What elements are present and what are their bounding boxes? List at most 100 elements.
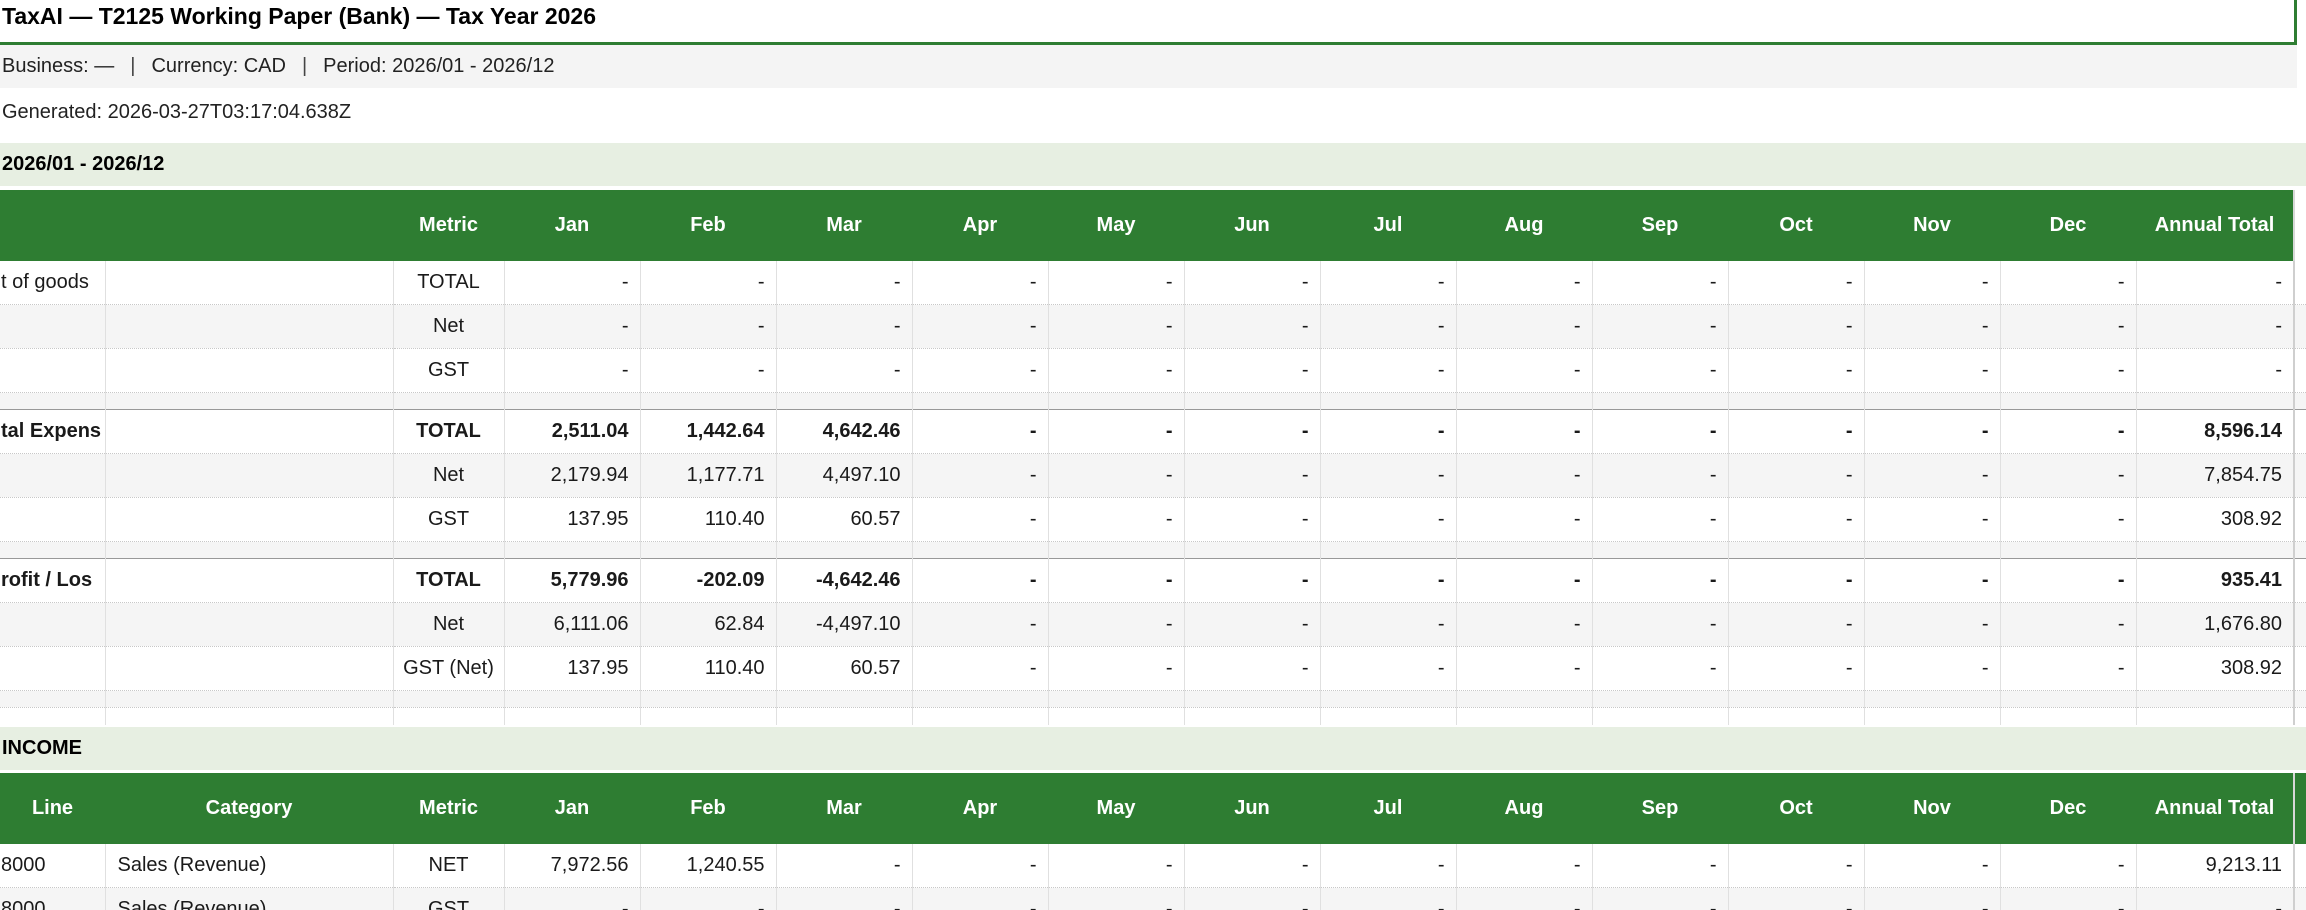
cell <box>2000 542 2136 559</box>
cell: - <box>1320 887 1456 910</box>
meta-currency: Currency: CAD <box>151 55 285 77</box>
cell: 60.57 <box>776 498 912 542</box>
col-header-annual-total: Annual Total <box>2136 773 2294 844</box>
cell: 2,179.94 <box>504 454 640 498</box>
cell: - <box>1864 844 2000 888</box>
col-header-month: Nov <box>1864 190 2000 261</box>
cell: - <box>1048 603 1184 647</box>
cell: - <box>912 844 1048 888</box>
cell: - <box>1184 647 1320 691</box>
cell: 137.95 <box>504 498 640 542</box>
cell: - <box>1320 647 1456 691</box>
period-section-header: 2026/01 - 2026/12 <box>0 143 2306 186</box>
cell <box>0 542 105 559</box>
table-row: GST137.95110.4060.57---------308.92 <box>0 498 2306 542</box>
cell: 1,177.71 <box>640 454 776 498</box>
cell: - <box>776 349 912 393</box>
cell: -202.09 <box>640 559 776 603</box>
cell-overflow <box>2294 691 2306 708</box>
cell: - <box>2000 844 2136 888</box>
cell: - <box>1728 410 1864 454</box>
cell <box>1592 708 1728 725</box>
table-row: t of goodsTOTAL------------- <box>0 261 2306 305</box>
meta-band: Business: —|Currency: CAD|Period: 2026/0… <box>0 45 2297 88</box>
cell <box>105 603 393 647</box>
col-header-month: Mar <box>776 773 912 844</box>
cell <box>1864 708 2000 725</box>
cell <box>1320 708 1456 725</box>
cell: - <box>1048 349 1184 393</box>
cell: - <box>2000 559 2136 603</box>
cell: 935.41 <box>2136 559 2294 603</box>
cell: Sales (Revenue) <box>105 844 393 888</box>
cell: - <box>1456 559 1592 603</box>
cell <box>105 261 393 305</box>
meta-business: Business: — <box>2 55 114 77</box>
cell: Sales (Revenue) <box>105 887 393 910</box>
table-row: GST------------- <box>0 349 2306 393</box>
cell: - <box>1320 559 1456 603</box>
cell <box>2136 691 2294 708</box>
cell: - <box>2000 647 2136 691</box>
cell: - <box>1864 498 2000 542</box>
cell: - <box>912 647 1048 691</box>
cell <box>776 691 912 708</box>
cell: - <box>1864 559 2000 603</box>
cell <box>1456 542 1592 559</box>
cell-overflow <box>2294 349 2306 393</box>
cell <box>1728 691 1864 708</box>
cell: - <box>1184 603 1320 647</box>
col-header-metric: Metric <box>393 190 504 261</box>
cell: - <box>1048 454 1184 498</box>
col-header-overflow <box>2294 190 2306 261</box>
cell: - <box>1320 498 1456 542</box>
cell <box>1592 542 1728 559</box>
cell: - <box>2136 305 2294 349</box>
cell: 5,779.96 <box>504 559 640 603</box>
cell: - <box>2000 305 2136 349</box>
col-header-overflow <box>2294 773 2306 844</box>
cell <box>1320 691 1456 708</box>
cell: - <box>1728 349 1864 393</box>
cell: - <box>1592 305 1728 349</box>
cell: TOTAL <box>393 559 504 603</box>
cell: - <box>1184 349 1320 393</box>
cell: - <box>1048 498 1184 542</box>
cell: 8000 <box>0 844 105 888</box>
cell: - <box>912 603 1048 647</box>
cell: - <box>2136 261 2294 305</box>
table-header-row: Line Category Metric Jan Feb Mar Apr May… <box>0 773 2306 844</box>
cell: - <box>640 305 776 349</box>
cell: - <box>912 410 1048 454</box>
cell: - <box>912 887 1048 910</box>
cell: - <box>1184 559 1320 603</box>
cell: - <box>1864 261 2000 305</box>
cell: -4,497.10 <box>776 603 912 647</box>
cell <box>0 603 105 647</box>
cell: - <box>2000 498 2136 542</box>
cell: - <box>912 305 1048 349</box>
cell <box>504 708 640 725</box>
col-header-month: Jun <box>1184 773 1320 844</box>
cell-overflow <box>2294 559 2306 603</box>
cell: - <box>2000 887 2136 910</box>
table-row: tal ExpensTOTAL2,511.041,442.644,642.46-… <box>0 410 2306 454</box>
cell <box>640 708 776 725</box>
col-header-month: Aug <box>1456 773 1592 844</box>
cell <box>1864 691 2000 708</box>
cell <box>776 542 912 559</box>
cell: 308.92 <box>2136 647 2294 691</box>
cell-overflow <box>2294 647 2306 691</box>
cell <box>0 454 105 498</box>
cell: - <box>1048 410 1184 454</box>
cell: - <box>1048 559 1184 603</box>
cell: - <box>1456 887 1592 910</box>
cell: - <box>2000 454 2136 498</box>
cell-overflow <box>2294 261 2306 305</box>
cell: -4,642.46 <box>776 559 912 603</box>
cell: - <box>1048 305 1184 349</box>
spacer-row <box>0 542 2306 559</box>
cell: - <box>776 261 912 305</box>
cell: - <box>1728 559 1864 603</box>
col-header-month: Dec <box>2000 773 2136 844</box>
